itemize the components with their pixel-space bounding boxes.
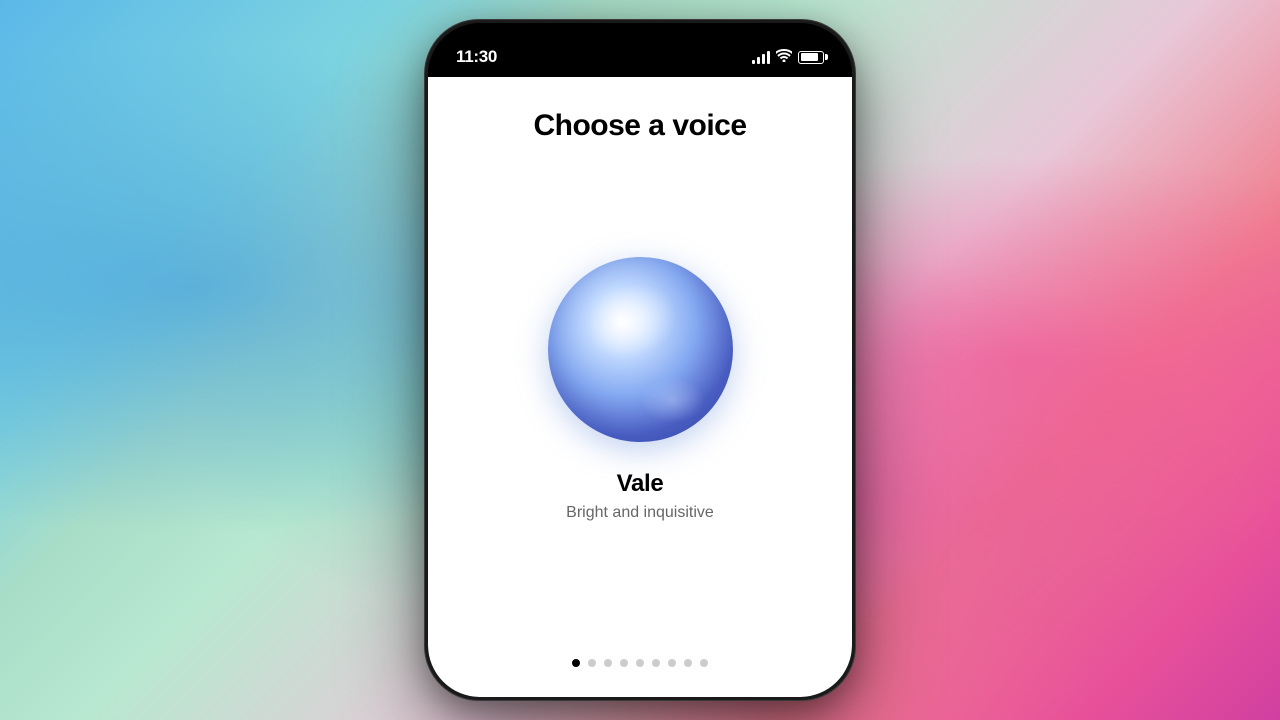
voice-orb[interactable] bbox=[548, 257, 733, 442]
voice-display[interactable]: Vale Bright and inquisitive bbox=[428, 159, 852, 639]
dynamic-island bbox=[580, 35, 700, 69]
pagination-dot-3[interactable] bbox=[604, 659, 612, 667]
pagination-dot-9[interactable] bbox=[700, 659, 708, 667]
pagination-dot-8[interactable] bbox=[684, 659, 692, 667]
phone-inner: 11:30 bbox=[428, 23, 852, 697]
page-title: Choose a voice bbox=[452, 109, 828, 143]
pagination-dot-5[interactable] bbox=[636, 659, 644, 667]
pagination-dot-4[interactable] bbox=[620, 659, 628, 667]
voice-description: Bright and inquisitive bbox=[566, 504, 714, 522]
pagination-dot-1[interactable] bbox=[572, 659, 580, 667]
pagination-dot-6[interactable] bbox=[652, 659, 660, 667]
pagination-dots bbox=[572, 639, 708, 697]
voice-name: Vale bbox=[617, 470, 664, 498]
phone-wrapper: 11:30 bbox=[425, 20, 855, 700]
content-area: Choose a voice Vale Bright and inquisiti… bbox=[428, 77, 852, 697]
pagination-dot-7[interactable] bbox=[668, 659, 676, 667]
signal-icon bbox=[752, 51, 770, 64]
battery-icon bbox=[798, 51, 824, 64]
wifi-icon bbox=[776, 49, 792, 65]
status-time: 11:30 bbox=[456, 47, 497, 67]
phone-frame: 11:30 bbox=[425, 20, 855, 700]
pagination-dot-2[interactable] bbox=[588, 659, 596, 667]
status-icons bbox=[752, 49, 824, 65]
page-title-container: Choose a voice bbox=[428, 77, 852, 159]
battery-fill bbox=[801, 53, 819, 61]
